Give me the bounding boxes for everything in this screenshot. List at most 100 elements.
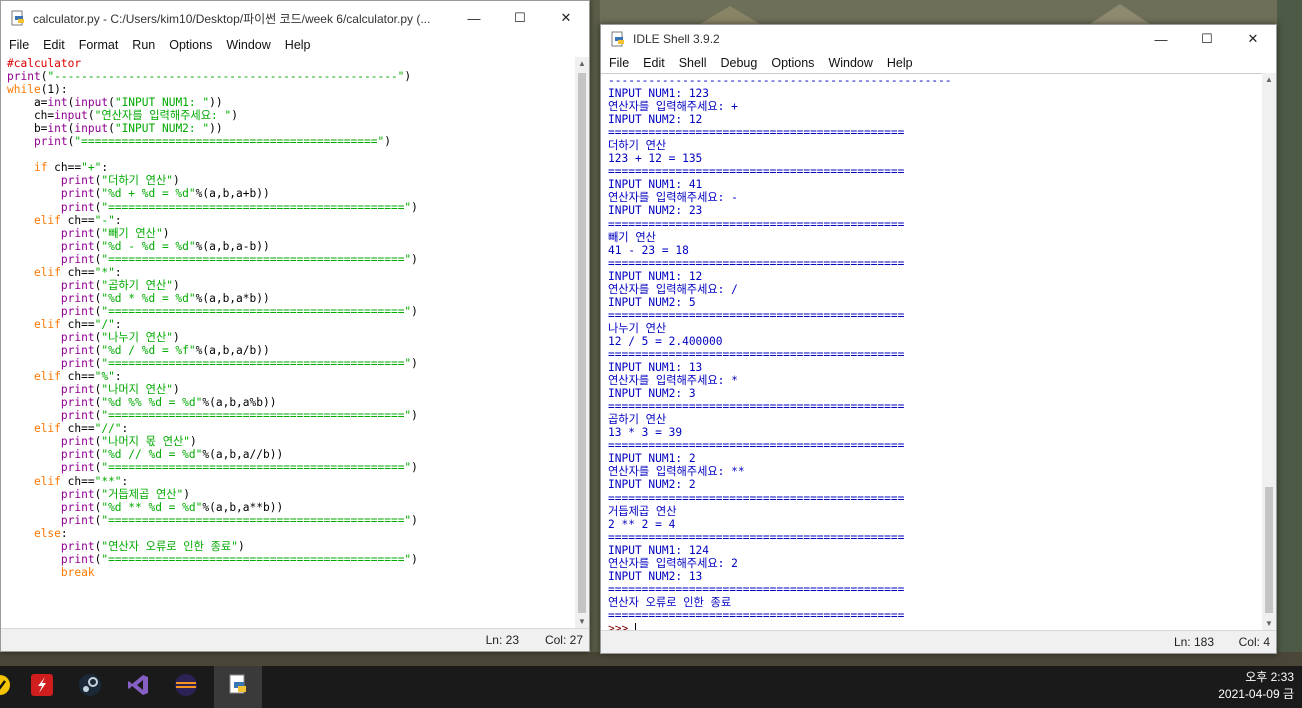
editor-scrollbar[interactable]: ▲ ▼ xyxy=(575,57,589,629)
shell-col-indicator: Col: 4 xyxy=(1238,635,1270,649)
shell-output-line: INPUT NUM2: 3 xyxy=(608,387,696,401)
editor-menu-run[interactable]: Run xyxy=(124,38,161,52)
code-line: elif ch=="%": xyxy=(33,370,122,384)
taskbar-clock[interactable]: 오후 2:33 2021-04-09 금 xyxy=(1218,669,1294,703)
scroll-down-arrow-icon[interactable]: ▼ xyxy=(1262,617,1276,631)
editor-col-indicator: Col: 27 xyxy=(544,633,583,647)
taskbar-flash[interactable] xyxy=(18,666,66,708)
code-line: print("나머지 몫 연산") xyxy=(60,435,197,449)
shell-statusbar: Ln: 183 Col: 4 xyxy=(601,630,1276,653)
code-line: print("%d %% %d = %d"%(a,b,a%b)) xyxy=(60,396,277,410)
code-line: print("=================================… xyxy=(60,513,418,527)
shell-scrollbar[interactable]: ▲ ▼ xyxy=(1262,73,1276,631)
editor-minimize-button[interactable]: — xyxy=(451,1,497,35)
shell-titlebar[interactable]: IDLE Shell 3.9.2 — ☐ ✕ xyxy=(601,25,1276,53)
shell-output-line: INPUT NUM2: 5 xyxy=(608,295,696,309)
editor-menu-format[interactable]: Format xyxy=(71,38,125,52)
code-line: print("=================================… xyxy=(60,409,418,423)
code-line: print("나누기 연산") xyxy=(60,330,180,344)
shell-output-line: 123 + 12 = 135 xyxy=(608,152,703,166)
shell-output-line: INPUT NUM1: 13 xyxy=(608,361,703,375)
eclipse-icon xyxy=(174,673,198,702)
shell-output-line: 곱하기 연산 xyxy=(608,413,667,427)
shell-output-line: 연산자를 입력해주세요: - xyxy=(608,191,738,205)
shell-output-line: INPUT NUM2: 23 xyxy=(608,204,703,218)
scroll-down-arrow-icon[interactable]: ▼ xyxy=(575,615,589,629)
shell-scroll-thumb[interactable] xyxy=(1265,487,1273,613)
code-line: print("나머지 연산") xyxy=(60,383,180,397)
scroll-up-arrow-icon[interactable]: ▲ xyxy=(575,57,589,71)
taskbar-eclipse[interactable] xyxy=(162,666,210,708)
code-editor-text[interactable]: #calculator print("----------------------… xyxy=(1,57,575,629)
shell-output-line: INPUT NUM1: 41 xyxy=(608,178,703,192)
taskbar-python-idle[interactable] xyxy=(214,666,262,708)
clock-date: 2021-04-09 금 xyxy=(1218,687,1294,701)
editor-menu-edit[interactable]: Edit xyxy=(35,38,71,52)
code-line: print("=================================… xyxy=(60,461,418,475)
shell-output-line: ========================================… xyxy=(608,608,905,622)
code-line: print("연산자 오류로 인한 종료") xyxy=(60,539,245,553)
taskbar-visual-studio[interactable] xyxy=(114,666,162,708)
shell-menu-options[interactable]: Options xyxy=(763,56,820,70)
shell-output-line: 연산자를 입력해주세요: 2 xyxy=(608,556,738,570)
code-line: print("%d * %d = %d"%(a,b,a*b)) xyxy=(60,291,270,305)
code-line: print("%d - %d = %d"%(a,b,a-b)) xyxy=(60,239,270,253)
shell-title: IDLE Shell 3.9.2 xyxy=(633,32,720,46)
shell-output-line: ----------------------------------------… xyxy=(608,74,952,87)
editor-menu-window[interactable]: Window xyxy=(218,38,276,52)
editor-close-button[interactable]: ✕ xyxy=(543,1,589,35)
editor-maximize-button[interactable]: ☐ xyxy=(497,1,543,35)
shell-menu-file[interactable]: File xyxy=(601,56,635,70)
flash-icon xyxy=(30,673,54,702)
shell-output-line: 연산자를 입력해주세요: ** xyxy=(608,465,745,479)
code-line: else: xyxy=(33,526,68,540)
code-line: print("=================================… xyxy=(60,200,418,214)
shell-output-line: ========================================… xyxy=(608,400,905,414)
shell-output-line: 12 / 5 = 2.400000 xyxy=(608,334,723,348)
shell-output-line: INPUT NUM1: 12 xyxy=(608,269,703,283)
shell-output-line: ========================================… xyxy=(608,530,905,544)
shell-menu-help[interactable]: Help xyxy=(879,56,919,70)
shell-output-line: INPUT NUM2: 12 xyxy=(608,113,703,127)
code-line: print("=================================… xyxy=(60,252,418,266)
editor-menu-help[interactable]: Help xyxy=(277,38,317,52)
editor-titlebar[interactable]: calculator.py - C:/Users/kim10/Desktop/파… xyxy=(1,1,589,35)
code-line: print("=================================… xyxy=(60,304,418,318)
shell-output-line: ========================================… xyxy=(608,126,905,140)
editor-menu-file[interactable]: File xyxy=(1,38,35,52)
shell-output-line: INPUT NUM2: 13 xyxy=(608,569,703,583)
shell-output-line: INPUT NUM1: 2 xyxy=(608,452,696,466)
scroll-up-arrow-icon[interactable]: ▲ xyxy=(1262,73,1276,87)
code-line: elif ch=="-": xyxy=(33,213,122,227)
shell-output-line: 13 * 3 = 39 xyxy=(608,426,683,440)
shell-output-line: 거듭제곱 연산 xyxy=(608,504,677,518)
shell-output-line: ========================================… xyxy=(608,217,905,231)
code-line: if ch=="+": xyxy=(33,161,109,175)
code-line: a=int(input("INPUT NUM1: ")) xyxy=(7,96,223,110)
shell-line-indicator: Ln: 183 xyxy=(1173,635,1214,649)
code-line: print("%d // %d = %d"%(a,b,a//b)) xyxy=(60,448,284,462)
shell-output-line: INPUT NUM1: 123 xyxy=(608,87,710,101)
editor-window: calculator.py - C:/Users/kim10/Desktop/파… xyxy=(0,0,590,652)
code-line: b=int(input("INPUT NUM2: ")) xyxy=(7,122,223,136)
code-line: print("%d ** %d = %d"%(a,b,a**b)) xyxy=(60,500,284,514)
editor-menu-options[interactable]: Options xyxy=(161,38,218,52)
code-line: print("---------------------------------… xyxy=(7,70,412,84)
shell-minimize-button[interactable]: — xyxy=(1138,25,1184,53)
code-line: print("=================================… xyxy=(33,135,391,149)
shell-output-text[interactable]: ----------------------------------------… xyxy=(601,73,1262,631)
shell-menu-window[interactable]: Window xyxy=(820,56,878,70)
shell-maximize-button[interactable]: ☐ xyxy=(1184,25,1230,53)
shell-close-button[interactable]: ✕ xyxy=(1230,25,1276,53)
shell-menu-debug[interactable]: Debug xyxy=(713,56,764,70)
shell-window: IDLE Shell 3.9.2 — ☐ ✕ File Edit Shell D… xyxy=(600,24,1277,654)
shell-output-line: ========================================… xyxy=(608,347,905,361)
taskbar-steam[interactable] xyxy=(66,666,114,708)
editor-scroll-thumb[interactable] xyxy=(578,73,586,613)
clock-time: 오후 2:33 xyxy=(1245,670,1294,684)
shell-menu-shell[interactable]: Shell xyxy=(671,56,713,70)
code-line: print("빼기 연산") xyxy=(60,226,170,240)
shell-menu-edit[interactable]: Edit xyxy=(635,56,671,70)
norton-icon xyxy=(0,674,11,701)
python-file-icon xyxy=(10,10,26,26)
